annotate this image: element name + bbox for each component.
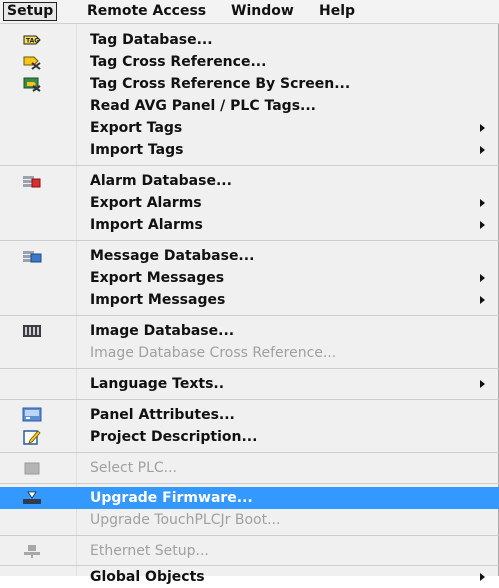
menu-item-global-objects[interactable]: Global Objects [0, 566, 499, 588]
menu-item-image-database[interactable]: Image Database... [0, 320, 499, 342]
menu-item-import-tags[interactable]: Import Tags [0, 139, 499, 161]
tag-cross-reference-screen-icon [22, 76, 42, 92]
tag-cross-reference-icon [22, 54, 42, 70]
menu-item-select-plc[interactable]: Select PLC... [0, 457, 499, 479]
menu-item-project-description[interactable]: Project Description... [0, 426, 499, 448]
menu-item-upgrade-touchplcjr-boot[interactable]: Upgrade TouchPLCJr Boot... [0, 509, 499, 531]
setup-dropdown-menu: TAG Tag Database... Tag Cross Reference.… [0, 24, 499, 576]
alarm-database-icon [22, 173, 42, 189]
project-description-icon [22, 429, 42, 445]
menubar-help[interactable]: Help [316, 2, 358, 21]
menu-item-message-database[interactable]: Message Database... [0, 245, 499, 267]
submenu-arrow-icon [480, 573, 485, 581]
menu-item-export-alarms[interactable]: Export Alarms [0, 192, 499, 214]
ethernet-setup-icon [22, 543, 42, 559]
menu-separator [0, 535, 499, 536]
menu-separator [0, 165, 499, 166]
menu-item-ethernet-setup[interactable]: Ethernet Setup... [0, 540, 499, 562]
submenu-arrow-icon [480, 274, 485, 282]
menu-separator [0, 368, 499, 369]
svg-text:TAG: TAG [26, 38, 39, 45]
submenu-arrow-icon [480, 146, 485, 154]
menu-item-tag-database[interactable]: TAG Tag Database... [0, 29, 499, 51]
menu-item-tag-cross-reference-by-screen[interactable]: Tag Cross Reference By Screen... [0, 73, 499, 95]
menu-item-import-messages[interactable]: Import Messages [0, 289, 499, 311]
submenu-arrow-icon [480, 296, 485, 304]
menu-bar: Setup Remote Access Window Help [0, 0, 499, 24]
panel-attributes-icon [22, 407, 42, 423]
menu-item-upgrade-firmware[interactable]: Upgrade Firmware... [0, 487, 499, 509]
menu-separator [0, 315, 499, 316]
menubar-remote-access[interactable]: Remote Access [84, 2, 209, 21]
menu-separator [0, 483, 499, 484]
menu-item-import-alarms[interactable]: Import Alarms [0, 214, 499, 236]
menu-separator [0, 240, 499, 241]
tag-icon: TAG [22, 32, 42, 48]
menu-item-alarm-database[interactable]: Alarm Database... [0, 170, 499, 192]
menu-item-image-database-cross-reference[interactable]: Image Database Cross Reference... [0, 342, 499, 364]
menu-item-export-tags[interactable]: Export Tags [0, 117, 499, 139]
menu-item-export-messages[interactable]: Export Messages [0, 267, 499, 289]
submenu-arrow-icon [480, 124, 485, 132]
message-database-icon [22, 248, 42, 264]
submenu-arrow-icon [480, 221, 485, 229]
menubar-setup[interactable]: Setup [3, 2, 58, 21]
submenu-arrow-icon [480, 380, 485, 388]
menu-item-language-texts[interactable]: Language Texts.. [0, 373, 499, 395]
menu-separator [0, 452, 499, 453]
upgrade-firmware-icon [22, 490, 42, 506]
menu-item-read-avg-panel-plc-tags[interactable]: Read AVG Panel / PLC Tags... [0, 95, 499, 117]
select-plc-icon [22, 460, 42, 476]
menu-item-panel-attributes[interactable]: Panel Attributes... [0, 404, 499, 426]
image-database-icon [22, 323, 42, 339]
menubar-window[interactable]: Window [228, 2, 297, 21]
menu-separator [0, 399, 499, 400]
menu-item-tag-cross-reference[interactable]: Tag Cross Reference... [0, 51, 499, 73]
submenu-arrow-icon [480, 199, 485, 207]
